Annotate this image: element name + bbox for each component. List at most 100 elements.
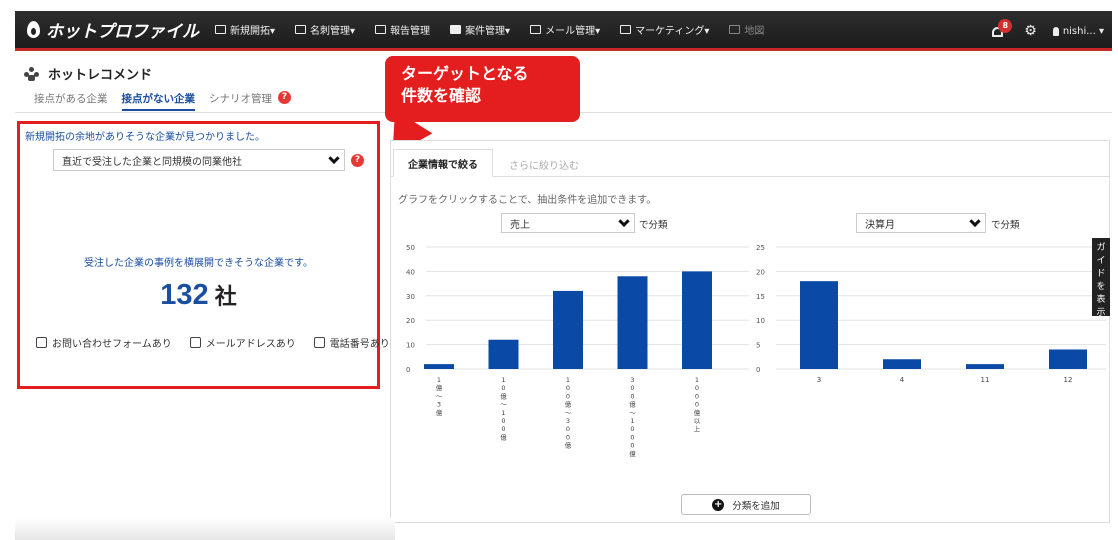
tab-with-contact[interactable]: 接点がある企業 — [34, 91, 108, 111]
chart1-category-select[interactable]: 売上 — [501, 213, 635, 233]
chart1-x-tick-label: 億 — [436, 383, 443, 392]
chart1-x-tick-label: 3 — [566, 417, 570, 425]
chart1-y-tick-label: 20 — [406, 317, 415, 325]
megaphone-icon — [620, 25, 632, 34]
chart2-y-tick-label: 10 — [756, 317, 765, 325]
nav-deals[interactable]: 案件管理▾ — [450, 22, 510, 37]
chart1-x-tick-label: 0 — [501, 417, 505, 425]
chart1-x-tick-label: 1 — [501, 409, 505, 417]
nav-new-development[interactable]: 新規開拓▾ — [215, 22, 275, 37]
edit-icon — [375, 25, 387, 34]
notification-button[interactable]: 8 — [990, 19, 1013, 39]
checkbox-box[interactable] — [313, 337, 325, 348]
chart1-x-tick-label: 億 — [500, 432, 507, 441]
chart1-x-tick-label: 〜 — [500, 401, 507, 409]
chart1-x-tick-label: 億 — [629, 449, 636, 458]
guide-toggle[interactable]: ガイドを表示 — [1092, 238, 1110, 318]
chart1-x-tick-label: 〜 — [565, 409, 572, 417]
chart2-x-tick-label: 4 — [900, 376, 905, 384]
chart1-x-tick-label: 0 — [566, 384, 570, 392]
chart2-suffix: で分類 — [991, 220, 1020, 231]
chart2-x-tick-label: 3 — [817, 376, 821, 384]
chart2-category-select[interactable]: 決算月 — [856, 213, 986, 233]
chart2-bar[interactable] — [883, 359, 921, 369]
company-count: 132 社 — [20, 279, 377, 312]
chart1-x-tick-label: 1 — [437, 376, 441, 384]
app-logo[interactable]: ホットプロファイル — [27, 17, 207, 42]
nav-business-cards[interactable]: 名刺管理▾ — [295, 22, 355, 37]
chart1-y-tick-label: 40 — [406, 268, 415, 276]
gear-icon[interactable]: ⚙ — [1024, 23, 1037, 39]
chart1-x-tick-label: 0 — [695, 384, 699, 392]
chart1-x-tick-label: 〜 — [436, 392, 443, 400]
chart1-x-tick-label: 3 — [630, 376, 634, 384]
recommendation-type-select[interactable]: 直近で受注した企業と同規模の同業他社 — [53, 149, 345, 171]
chart-hint: グラフをクリックすることで、抽出条件を追加できます。 — [398, 195, 657, 206]
chevron-down-icon — [618, 215, 630, 228]
user-menu[interactable]: nishi... ▾ — [1052, 26, 1104, 37]
tab-without-contact[interactable]: 接点がない企業 — [121, 91, 195, 111]
chart2-bar[interactable] — [1049, 349, 1087, 369]
mail-icon — [530, 25, 542, 34]
nav-mail[interactable]: メール管理▾ — [530, 22, 600, 37]
bottom-shadow — [15, 518, 395, 540]
top-navigation-bar: ホットプロファイル 新規開拓▾ 名刺管理▾ 報告管理 案件管理▾ メール管理▾ … — [15, 11, 1112, 51]
chart1-bar[interactable] — [553, 290, 583, 369]
chart2-bar[interactable] — [966, 364, 1004, 369]
chart1-x-tick-label: 0 — [630, 392, 634, 400]
chart1-x-tick-label: 0 — [695, 392, 699, 400]
chart1-bar[interactable] — [424, 364, 454, 369]
chart1-x-tick-label: 億 — [694, 408, 701, 417]
checkbox-phone-number[interactable]: 電話番号あり — [313, 335, 390, 350]
checkbox-contact-form[interactable]: お問い合わせフォームあり — [36, 335, 172, 350]
tab-company-info[interactable]: 企業情報で絞る — [393, 149, 493, 177]
chart1-x-tick-label: 億 — [629, 400, 636, 409]
chart1-x-tick-label: 0 — [566, 425, 570, 433]
chart1-x-tick-label: 億 — [565, 441, 572, 450]
bar-charts[interactable]: 010203040501億〜3億10億〜100億100億〜300億300億〜10… — [391, 239, 1109, 489]
chart1-suffix: で分類 — [639, 220, 668, 231]
chart1-x-tick-label: 1 — [566, 376, 570, 384]
page-title: ホットレコメンド — [24, 64, 152, 83]
company-count-unit: 社 — [214, 285, 237, 310]
chart1-bar[interactable] — [488, 339, 519, 369]
chart-panel-tabs: 企業情報で絞る さらに絞り込む — [391, 141, 1109, 177]
chart1-x-tick-label: 0 — [630, 433, 634, 441]
chart1-x-tick-label: 0 — [630, 384, 634, 392]
chart1-y-tick-label: 10 — [406, 342, 415, 350]
chart1-x-tick-label: 〜 — [629, 409, 636, 417]
logo-text: ホットプロファイル — [46, 22, 199, 42]
chart1-x-tick-label: 億 — [565, 400, 572, 409]
chart1-bar[interactable] — [682, 271, 712, 369]
nav-marketing[interactable]: マーケティング▾ — [620, 22, 709, 37]
nav-map[interactable]: 地図 — [729, 22, 764, 37]
chart1-y-tick-label: 30 — [406, 293, 415, 301]
chart2-y-tick-label: 15 — [756, 293, 765, 301]
chart2-bar[interactable] — [800, 281, 838, 369]
chart-panel: 企業情報で絞る さらに絞り込む グラフをクリックすることで、抽出条件を追加できま… — [390, 140, 1110, 523]
chart1-x-tick-label: 以 — [694, 417, 701, 425]
tab-scenario[interactable]: シナリオ管理 — [209, 91, 272, 111]
chart1-x-tick-label: 0 — [566, 392, 570, 400]
chart1-x-tick-label: 億 — [500, 391, 507, 400]
user-icon — [1052, 26, 1059, 36]
help-icon[interactable]: ? — [278, 91, 291, 104]
tab-further-filter[interactable]: さらに絞り込む — [495, 151, 593, 178]
chart2-y-tick-label: 20 — [756, 268, 765, 276]
add-classification-button[interactable]: + 分類を追加 — [681, 494, 811, 515]
help-icon[interactable]: ? — [351, 154, 364, 167]
chart1-x-tick-label: 1 — [630, 417, 634, 425]
checkbox-box[interactable] — [189, 337, 201, 348]
page-tabs: 接点がある企業 接点がない企業 シナリオ管理 ? — [34, 91, 291, 111]
chart2-y-tick-label: 25 — [756, 244, 765, 252]
checkbox-email-address[interactable]: メールアドレスあり — [189, 335, 296, 350]
filter-checkboxes: お問い合わせフォームあり メールアドレスあり 電話番号あり — [36, 335, 390, 350]
chart1-x-tick-label: 0 — [501, 384, 505, 392]
chart1-bar[interactable] — [617, 276, 648, 369]
chart2-y-tick-label: 0 — [756, 366, 760, 374]
recommendation-description: 受注した企業の事例を横展開できそうな企業です。 — [84, 258, 313, 269]
recommend-icon — [24, 66, 40, 81]
nav-reports[interactable]: 報告管理 — [375, 22, 430, 37]
search-doc-icon — [215, 25, 226, 34]
checkbox-box[interactable] — [36, 337, 47, 348]
